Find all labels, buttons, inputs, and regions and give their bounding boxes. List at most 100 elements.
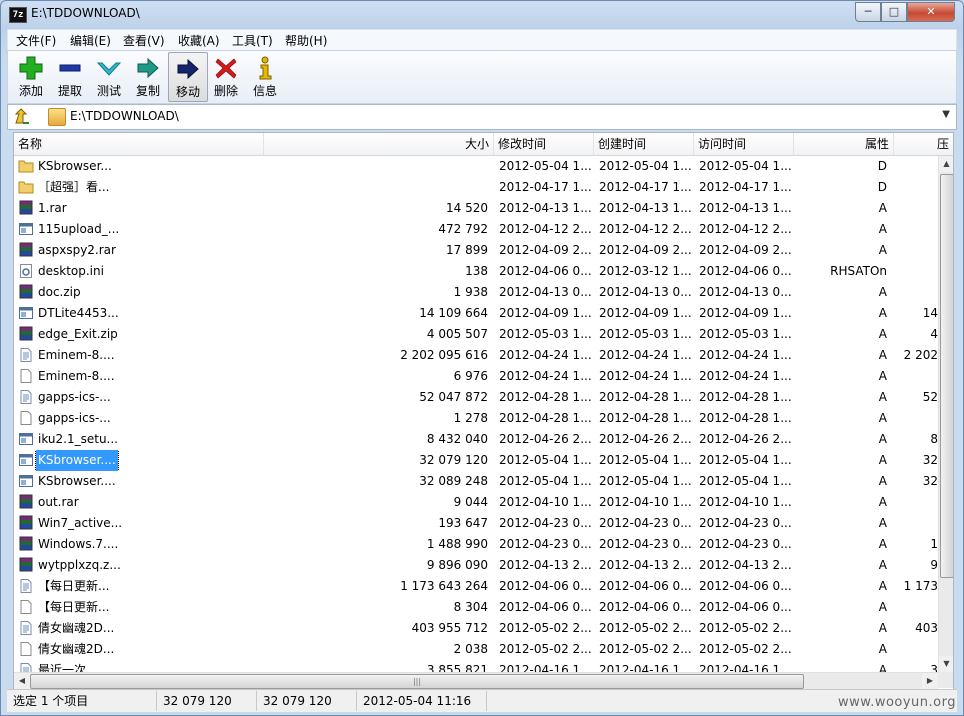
file-list[interactable]: 名称 大小 修改时间 创建时间 访问时间 属性 压 KSbrowser... 20… (13, 132, 954, 690)
table-row[interactable]: doc.zip 1 938 2012-04-13 0... 2012-04-13 0.… (14, 282, 938, 303)
menu-edit[interactable]: 编辑(E) (70, 32, 111, 49)
table-row[interactable]: Eminem-8.... 2 202 095 616 2012-04-24 1...… (14, 345, 938, 366)
file-name-cell[interactable]: Eminem-8.... (14, 366, 126, 387)
table-row[interactable]: gapps-ics-... 1 278 2012-04-28 1... 2012-04… (14, 408, 938, 429)
table-row[interactable]: KSbrowser.... 32 089 248 2012-05-04 1... 20… (14, 471, 938, 492)
file-name-cell[interactable]: Windows.7.... (14, 534, 126, 555)
vertical-scrollbar[interactable]: ▲ ▼ (938, 156, 953, 672)
file-name-cell[interactable]: iku2.1_setu... (14, 429, 126, 450)
table-row[interactable]: 【每日更新... 1 173 643 264 2012-04-06 0... 2012… (14, 576, 938, 597)
table-row[interactable]: Windows.7.... 1 488 990 2012-04-23 0... 201… (14, 534, 938, 555)
file-name-cell[interactable]: 最近一次... (14, 660, 126, 672)
file-name-cell[interactable]: 115upload_... (14, 219, 126, 240)
horizontal-scrollbar[interactable]: ◀ ||| ▶ (14, 672, 938, 689)
column-created[interactable]: 创建时间 (594, 133, 694, 155)
chevron-down-icon[interactable]: ▼ (942, 109, 950, 120)
vertical-scroll-thumb[interactable] (940, 174, 953, 578)
column-name[interactable]: 名称 (14, 133, 264, 155)
scroll-up-icon[interactable]: ▲ (939, 156, 953, 172)
table-row[interactable]: ［超强］看... 2012-04-17 1... 2012-04-17 1... 20… (14, 177, 938, 198)
table-row[interactable]: wytpplxzq.z... 9 896 090 2012-04-13 2... 20… (14, 555, 938, 576)
file-name-cell[interactable]: DTLite4453... (14, 303, 126, 324)
table-row[interactable]: 倩女幽魂2D... 2 038 2012-05-02 2... 2012-05-02 … (14, 639, 938, 660)
table-row[interactable]: 倩女幽魂2D... 403 955 712 2012-05-02 2... 2012-… (14, 618, 938, 639)
up-folder-icon[interactable] (12, 107, 32, 127)
close-button[interactable]: ✕ (907, 2, 955, 22)
7zip-app-icon[interactable]: 7z (9, 7, 27, 23)
file-modified: 2012-04-24 1... (499, 369, 591, 383)
horizontal-scroll-thumb[interactable]: ||| (30, 674, 804, 689)
file-name-cell[interactable]: 【每日更新... (14, 597, 126, 618)
file-name-cell[interactable]: gapps-ics-... (14, 387, 126, 408)
table-row[interactable]: KSbrowser.... 32 079 120 2012-05-04 1... 20… (14, 450, 938, 471)
file-name-cell[interactable]: out.rar (14, 492, 126, 513)
file-attributes: A (878, 243, 887, 257)
table-row[interactable]: Win7_active... 193 647 2012-04-23 0... 2012… (14, 513, 938, 534)
test-button[interactable]: 测试 (90, 52, 128, 100)
file-name-cell[interactable]: ［超强］看... (14, 177, 126, 198)
file-created: 2012-04-24 1... (599, 348, 691, 362)
file-name-cell[interactable]: edge_Exit.zip (14, 324, 126, 345)
menu-help[interactable]: 帮助(H) (285, 32, 327, 49)
menu-view[interactable]: 查看(V) (123, 32, 165, 49)
file-name-cell[interactable]: Win7_active... (14, 513, 126, 534)
table-row[interactable]: DTLite4453... 14 109 664 2012-04-09 1... 20… (14, 303, 938, 324)
file-name-cell[interactable]: gapps-ics-... (14, 408, 126, 429)
file-name-cell[interactable]: desktop.ini (14, 261, 126, 282)
file-created: 2012-04-23 0... (599, 516, 691, 530)
file-name-cell[interactable]: aspxspy2.rar (14, 240, 126, 261)
file-name-cell[interactable]: KSbrowser.... (14, 471, 126, 492)
scroll-down-icon[interactable]: ▼ (939, 656, 953, 672)
delete-button[interactable]: 删除 (207, 52, 245, 100)
menu-favorites[interactable]: 收藏(A) (178, 32, 220, 49)
file-created: 2012-04-13 2... (599, 558, 691, 572)
scroll-right-icon[interactable]: ▶ (922, 673, 938, 689)
table-row[interactable]: gapps-ics-... 52 047 872 2012-04-28 1... 20… (14, 387, 938, 408)
table-row[interactable]: 最近一次... 3 855 821 2012-04-16 1... 2012-04-1… (14, 660, 938, 672)
file-name-cell[interactable]: 倩女幽魂2D... (14, 618, 126, 639)
file-attributes: D (877, 180, 887, 194)
file-attributes: A (878, 621, 887, 635)
table-row[interactable]: 1.rar 14 520 2012-04-13 1... 2012-04-13 1..… (14, 198, 938, 219)
minimize-button[interactable]: ─ (855, 2, 881, 22)
file-created: 2012-05-04 1... (599, 453, 691, 467)
file-modified: 2012-04-09 2... (499, 243, 591, 257)
file-name-cell[interactable]: wytpplxzq.z... (14, 555, 126, 576)
info-button[interactable]: 信息 (246, 52, 284, 100)
file-created: 2012-04-06 0... (599, 600, 691, 614)
file-attributes: RHSATOn (830, 264, 887, 278)
scroll-left-icon[interactable]: ◀ (14, 673, 30, 689)
menu-file[interactable]: 文件(F) (16, 32, 56, 49)
add-button[interactable]: 添加 (12, 52, 50, 100)
file-name-cell[interactable]: doc.zip (14, 282, 126, 303)
table-row[interactable]: 115upload_... 472 792 2012-04-12 2... 2012-… (14, 219, 938, 240)
table-row[interactable]: desktop.ini 138 2012-04-06 0... 2012-03-12 … (14, 261, 938, 282)
table-row[interactable]: aspxspy2.rar 17 899 2012-04-09 2... 2012-04… (14, 240, 938, 261)
column-modified[interactable]: 修改时间 (494, 133, 594, 155)
column-size[interactable]: 大小 (264, 133, 494, 155)
menu-tools[interactable]: 工具(T) (232, 32, 273, 49)
move-button[interactable]: 移动 (168, 52, 208, 102)
address-field[interactable]: E:\TDDOWNLOAD\ ▼ (46, 107, 952, 126)
copy-button[interactable]: 复制 (129, 52, 167, 100)
table-row[interactable]: 【每日更新... 8 304 2012-04-06 0... 2012-04-06 0… (14, 597, 938, 618)
table-row[interactable]: iku2.1_setu... 8 432 040 2012-04-26 2... 20… (14, 429, 938, 450)
maximize-button[interactable]: □ (881, 2, 907, 22)
table-row[interactable]: Eminem-8.... 6 976 2012-04-24 1... 2012-04-… (14, 366, 938, 387)
column-accessed[interactable]: 访问时间 (694, 133, 794, 155)
file-modified: 2012-04-13 2... (499, 558, 591, 572)
file-modified: 2012-04-23 0... (499, 516, 591, 530)
file-packed-size (892, 639, 938, 660)
column-attributes[interactable]: 属性 (794, 133, 894, 155)
file-name-cell[interactable]: 【每日更新... (14, 576, 126, 597)
column-packed[interactable]: 压 (894, 133, 953, 155)
file-name-cell[interactable]: KSbrowser.... (14, 450, 126, 471)
extract-button[interactable]: 提取 (51, 52, 89, 100)
file-name-cell[interactable]: 倩女幽魂2D... (14, 639, 126, 660)
table-row[interactable]: edge_Exit.zip 4 005 507 2012-05-03 1... 201… (14, 324, 938, 345)
table-row[interactable]: KSbrowser... 2012-05-04 1... 2012-05-04 1.… (14, 156, 938, 177)
file-name-cell[interactable]: KSbrowser... (14, 156, 126, 177)
file-name-cell[interactable]: 1.rar (14, 198, 126, 219)
file-name-cell[interactable]: Eminem-8.... (14, 345, 126, 366)
table-row[interactable]: out.rar 9 044 2012-04-10 1... 2012-04-10 1.… (14, 492, 938, 513)
